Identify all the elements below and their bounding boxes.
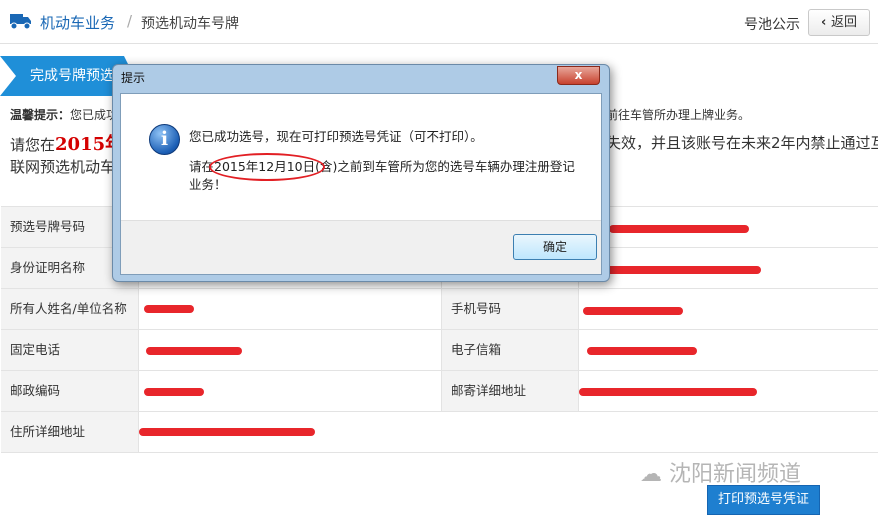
redaction-mark [587,347,697,355]
dialog-footer: 确定 [121,220,601,274]
label-mobile: 手机号码 [442,289,579,329]
value-redacted [579,207,878,247]
dialog-body: i 您已成功选号，现在可打印预选号凭证（可不打印）。 请在2015年12月10日… [120,93,602,275]
value-redacted [579,248,878,288]
tip-text: 温馨提示：您已成功 [10,106,118,123]
tip-text-right: 前往车管所办理上牌业务。 [606,108,751,122]
truck-icon [10,14,31,30]
table-row: 所有人姓名/单位名称 手机号码 [1,289,878,330]
dialog-message-1: 您已成功选号，现在可打印预选号凭证（可不打印）。 [189,129,483,144]
value-owner-name [139,289,442,329]
breadcrumb-separator: / [127,12,133,30]
breadcrumb-root[interactable]: 机动车业务 [40,12,115,33]
label-owner-name: 所有人姓名/单位名称 [1,289,139,329]
info-icon: i [149,124,180,155]
step-label: 完成号牌预选 [30,68,114,84]
redaction-mark [605,266,761,274]
tip-prefix: 温馨提示： [10,108,71,122]
redaction-mark [609,225,749,233]
chevron-left-icon: ‹ [821,15,831,30]
redaction-mark [144,388,204,396]
table-row: 住所详细地址 [1,412,878,453]
redaction-mark [579,388,757,396]
value-mailing-address [579,371,878,411]
back-button-label: 返回 [830,15,857,30]
watermark: ☁ 沈阳新闻频道 [640,456,801,488]
page: 机动车业务 / 预选机动车号牌 号池公示 ‹ 返回 完成号牌预选 温馨提示：您已… [0,0,878,518]
table-row: 固定电话 电子信箱 [1,330,878,371]
redaction-mark [139,428,315,436]
label-residence-address: 住所详细地址 [1,412,139,452]
ok-button[interactable]: 确定 [513,234,597,260]
warning-line-1-right: 失效，并且该账号在未来2年内禁止通过互 [606,134,878,152]
label-postal-code: 邮政编码 [1,371,139,411]
back-button[interactable]: ‹ 返回 [808,9,870,36]
value-postal-code [139,371,442,411]
label-email: 电子信箱 [442,330,579,370]
redaction-mark [144,305,194,313]
redaction-mark [583,307,683,315]
value-mobile [579,289,878,329]
value-residence-address [139,412,878,452]
redaction-mark [146,347,242,355]
value-email [579,330,878,370]
dialog-title: 提示 [121,71,146,85]
label-mailing-address: 邮寄详细地址 [442,371,579,411]
warning-line-1: 请您在2015年 [10,130,123,156]
pool-announcement-link[interactable]: 号池公示 [744,14,800,34]
date-highlight-circle [209,153,325,181]
watermark-text: 沈阳新闻频道 [669,462,802,487]
warning-prefix: 请您在 [10,136,56,154]
tip-body: 您已成功 [70,108,119,122]
top-bar: 机动车业务 / 预选机动车号牌 号池公示 ‹ 返回 [0,0,878,44]
step-notch [0,56,16,96]
label-landline: 固定电话 [1,330,139,370]
table-row: 邮政编码 邮寄详细地址 [1,371,878,412]
wechat-icon: ☁ [640,462,669,487]
print-voucher-button[interactable]: 打印预选号凭证 [707,485,820,515]
alert-dialog: 提示 x i 您已成功选号，现在可打印预选号凭证（可不打印）。 请在2015年1… [112,64,610,282]
value-landline [139,330,442,370]
breadcrumb-current: 预选机动车号牌 [141,16,239,32]
close-icon[interactable]: x [557,66,600,85]
